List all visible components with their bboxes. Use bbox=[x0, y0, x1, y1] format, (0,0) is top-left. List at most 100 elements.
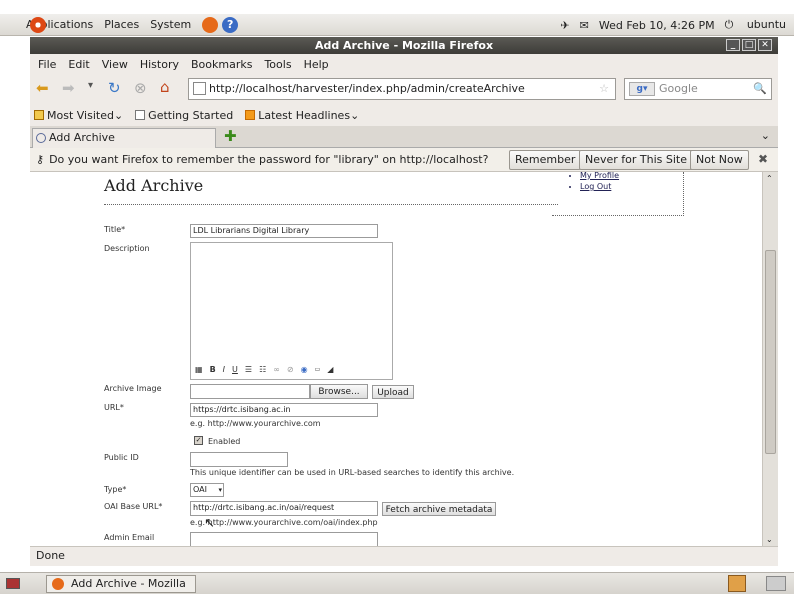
title-input[interactable]: LDL Librarians Digital Library bbox=[190, 224, 378, 238]
new-tab-icon[interactable]: ✚ bbox=[224, 129, 240, 145]
remember-button[interactable]: Remember bbox=[509, 150, 582, 170]
menu-bookmarks[interactable]: Bookmarks bbox=[191, 58, 252, 71]
archive-image-input[interactable] bbox=[190, 384, 310, 399]
menu-history[interactable]: History bbox=[140, 58, 179, 71]
title-divider bbox=[104, 204, 558, 205]
vertical-scrollbar[interactable]: ⌃ ⌄ bbox=[762, 172, 778, 546]
ubuntu-logo-icon[interactable] bbox=[30, 17, 46, 33]
workspace-switcher[interactable] bbox=[766, 576, 786, 591]
status-bar: Done bbox=[30, 546, 778, 566]
fetch-archive-metadata-button[interactable]: Fetch archive metadata bbox=[382, 502, 496, 516]
network-icon[interactable]: ✈ bbox=[560, 19, 569, 32]
html-icon[interactable]: ▭ bbox=[315, 366, 321, 373]
stop-icon[interactable]: ⊗ bbox=[134, 79, 147, 97]
bookmark-label: Getting Started bbox=[148, 108, 234, 122]
numbered-list-icon[interactable]: ☷ bbox=[259, 365, 266, 374]
folder-icon bbox=[34, 110, 44, 120]
log-out-link[interactable]: Log Out bbox=[580, 182, 611, 191]
my-profile-link[interactable]: My Profile bbox=[580, 172, 619, 180]
close-button[interactable]: ✕ bbox=[758, 39, 772, 51]
url-input[interactable]: https://drtc.isibang.ac.in bbox=[190, 403, 378, 417]
search-icon[interactable]: 🔍 bbox=[753, 79, 767, 99]
menu-help[interactable]: Help bbox=[304, 58, 329, 71]
browse-button[interactable]: Browse... bbox=[310, 384, 368, 399]
admin-email-input[interactable] bbox=[190, 532, 378, 546]
power-icon[interactable]: ⏻ ubuntu bbox=[725, 18, 786, 32]
maximize-button[interactable]: □ bbox=[742, 39, 756, 51]
places-menu[interactable]: Places bbox=[104, 18, 139, 31]
type-value: OAI bbox=[193, 485, 207, 494]
clock[interactable]: Wed Feb 10, 4:26 PM bbox=[599, 19, 715, 32]
taskbar-item-firefox[interactable]: Add Archive - Mozilla F... bbox=[46, 575, 196, 595]
oai-base-url-input[interactable]: http://drtc.isibang.ac.in/oai/request bbox=[190, 501, 378, 516]
public-id-input[interactable] bbox=[190, 452, 288, 467]
menu-file[interactable]: File bbox=[38, 58, 56, 71]
upload-button[interactable]: Upload bbox=[372, 385, 414, 399]
url-bar[interactable]: http://localhost/harvester/index.php/adm… bbox=[188, 78, 616, 100]
bullet-list-icon[interactable]: ☰ bbox=[245, 365, 252, 374]
help-icon[interactable]: ? bbox=[222, 16, 239, 33]
system-menu[interactable]: System bbox=[150, 18, 191, 31]
url-label: URL* bbox=[104, 403, 124, 412]
rss-icon bbox=[245, 110, 256, 120]
scrollbar-thumb[interactable] bbox=[765, 250, 776, 454]
menu-tools[interactable]: Tools bbox=[264, 58, 291, 71]
type-label: Type* bbox=[104, 485, 127, 494]
minimize-button[interactable]: _ bbox=[726, 39, 740, 51]
italic-icon[interactable]: I bbox=[223, 365, 225, 374]
bookmark-latest-headlines[interactable]: Latest Headlines ⌄ bbox=[245, 109, 359, 122]
tab-bar: Add Archive ✚ ⌄ bbox=[30, 126, 778, 148]
type-select[interactable]: OAI ▾ bbox=[190, 483, 224, 497]
sidebar-item-profile: My Profile bbox=[580, 172, 683, 181]
bold-icon[interactable]: B bbox=[210, 365, 216, 374]
scroll-down-icon[interactable]: ⌄ bbox=[766, 535, 773, 544]
page-icon bbox=[36, 133, 46, 143]
menu-edit[interactable]: Edit bbox=[68, 58, 89, 71]
paste-icon[interactable]: ▦ bbox=[195, 365, 203, 374]
firefox-launcher-icon[interactable] bbox=[202, 16, 219, 33]
help-icon[interactable]: ◉ bbox=[301, 365, 308, 374]
close-notification-icon[interactable]: ✖ bbox=[758, 152, 768, 166]
show-desktop-icon[interactable] bbox=[6, 578, 20, 589]
search-engine-icon[interactable]: g▾ bbox=[629, 82, 655, 96]
tab-list-icon[interactable]: ⌄ bbox=[761, 129, 770, 142]
bookmark-getting-started[interactable]: Getting Started bbox=[135, 109, 233, 122]
not-now-button[interactable]: Not Now bbox=[690, 150, 749, 170]
bookmark-most-visited[interactable]: Most Visited ⌄ bbox=[34, 109, 123, 122]
password-notification-bar: ⚷ Do you want Firefox to remember the pa… bbox=[30, 148, 778, 172]
sidebar-item-logout: Log Out bbox=[580, 181, 683, 192]
home-icon[interactable]: ⌂ bbox=[160, 78, 170, 96]
page-icon bbox=[135, 110, 146, 120]
bookmarks-toolbar: Most Visited ⌄ Getting Started Latest Hea… bbox=[30, 104, 778, 126]
resize-icon[interactable]: ◢ bbox=[327, 365, 333, 374]
menu-view[interactable]: View bbox=[102, 58, 128, 71]
enabled-checkbox[interactable]: ✓ bbox=[194, 436, 203, 445]
search-input[interactable]: g▾ Google 🔍 bbox=[624, 78, 772, 100]
page-content: Add Archive My Profile Log Out Title* LD… bbox=[30, 172, 762, 546]
forward-icon[interactable]: ➡ bbox=[62, 79, 75, 97]
url-hint: e.g. http://www.yourarchive.com bbox=[190, 419, 321, 428]
title-label: Title* bbox=[104, 225, 126, 234]
scroll-up-icon[interactable]: ⌃ bbox=[766, 174, 773, 183]
unlink-icon[interactable]: ⊘ bbox=[287, 365, 294, 374]
firefox-icon bbox=[52, 578, 64, 590]
navigation-toolbar: ⬅ ➡ ▾ ↻ ⊗ ⌂ http://localhost/harvester/i… bbox=[30, 74, 778, 104]
tab-add-archive[interactable]: Add Archive bbox=[32, 128, 216, 148]
user-name: ubuntu bbox=[746, 18, 786, 31]
back-icon[interactable]: ⬅ bbox=[36, 79, 49, 97]
link-icon[interactable]: ∞ bbox=[273, 365, 280, 374]
user-sidebar: My Profile Log Out bbox=[552, 172, 684, 216]
notification-message: Do you want Firefox to remember the pass… bbox=[49, 153, 489, 166]
key-icon: ⚷ bbox=[36, 153, 45, 166]
description-editor[interactable]: ▦ B I U ☰ ☷ ∞ ⊘ ◉ ▭ ◢ bbox=[190, 242, 393, 380]
reload-icon[interactable]: ↻ bbox=[108, 79, 121, 97]
taskbar-item-label: Add Archive - Mozilla F... bbox=[71, 577, 186, 595]
never-for-this-site-button[interactable]: Never for This Site bbox=[579, 150, 694, 170]
history-dropdown-icon[interactable]: ▾ bbox=[88, 80, 93, 91]
url-text: http://localhost/harvester/index.php/adm… bbox=[209, 82, 525, 95]
public-id-label: Public ID bbox=[104, 453, 139, 462]
bookmark-star-icon[interactable]: ☆ bbox=[599, 79, 609, 99]
underline-icon[interactable]: U bbox=[232, 365, 238, 374]
trash-icon[interactable] bbox=[728, 575, 746, 592]
mail-icon[interactable]: ✉ bbox=[580, 19, 589, 32]
